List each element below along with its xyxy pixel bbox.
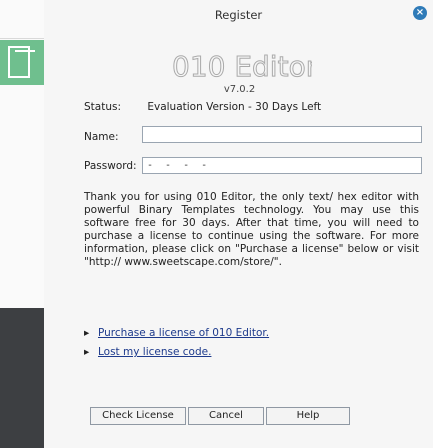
close-icon: × (415, 7, 425, 18)
arrow-right-icon: ▸ (84, 346, 90, 358)
arrow-right-icon: ▸ (84, 327, 90, 339)
name-input[interactable] (142, 126, 422, 143)
purchase-license-label: Purchase a license of 010 Editor. (98, 327, 270, 339)
version-label: v7.0.2 (223, 84, 256, 95)
title-bar: Register × (44, 0, 433, 32)
help-button[interactable]: Help (266, 407, 350, 425)
left-dark-panel (0, 308, 44, 448)
status-value: Evaluation Version - 30 Days Left (147, 101, 322, 113)
status-row: Status: Evaluation Version - 30 Days Lef… (84, 101, 321, 113)
password-input[interactable] (142, 157, 422, 174)
app-logo: 010 Editor (172, 50, 312, 84)
lost-license-link[interactable]: ▸ Lost my license code. (84, 346, 211, 358)
check-license-button[interactable]: Check License (90, 407, 186, 425)
password-row: Password: (84, 160, 144, 172)
cancel-button[interactable]: Cancel (188, 407, 264, 425)
status-label: Status: (84, 101, 121, 113)
left-accent-bar (0, 38, 44, 85)
description-text: Thank you for using 010 Editor, the only… (84, 191, 419, 268)
app-logo-mark-icon (8, 46, 35, 78)
purchase-license-link[interactable]: ▸ Purchase a license of 010 Editor. (84, 327, 269, 339)
password-label: Password: (84, 160, 137, 172)
name-label: Name: (84, 131, 119, 143)
window-title: Register (214, 8, 263, 22)
name-row: Name: (84, 131, 144, 143)
app-logo-text: 010 Editor (172, 50, 312, 83)
lost-license-label: Lost my license code. (98, 346, 212, 358)
left-decor-panel (0, 0, 44, 448)
close-button[interactable]: × (413, 6, 427, 20)
